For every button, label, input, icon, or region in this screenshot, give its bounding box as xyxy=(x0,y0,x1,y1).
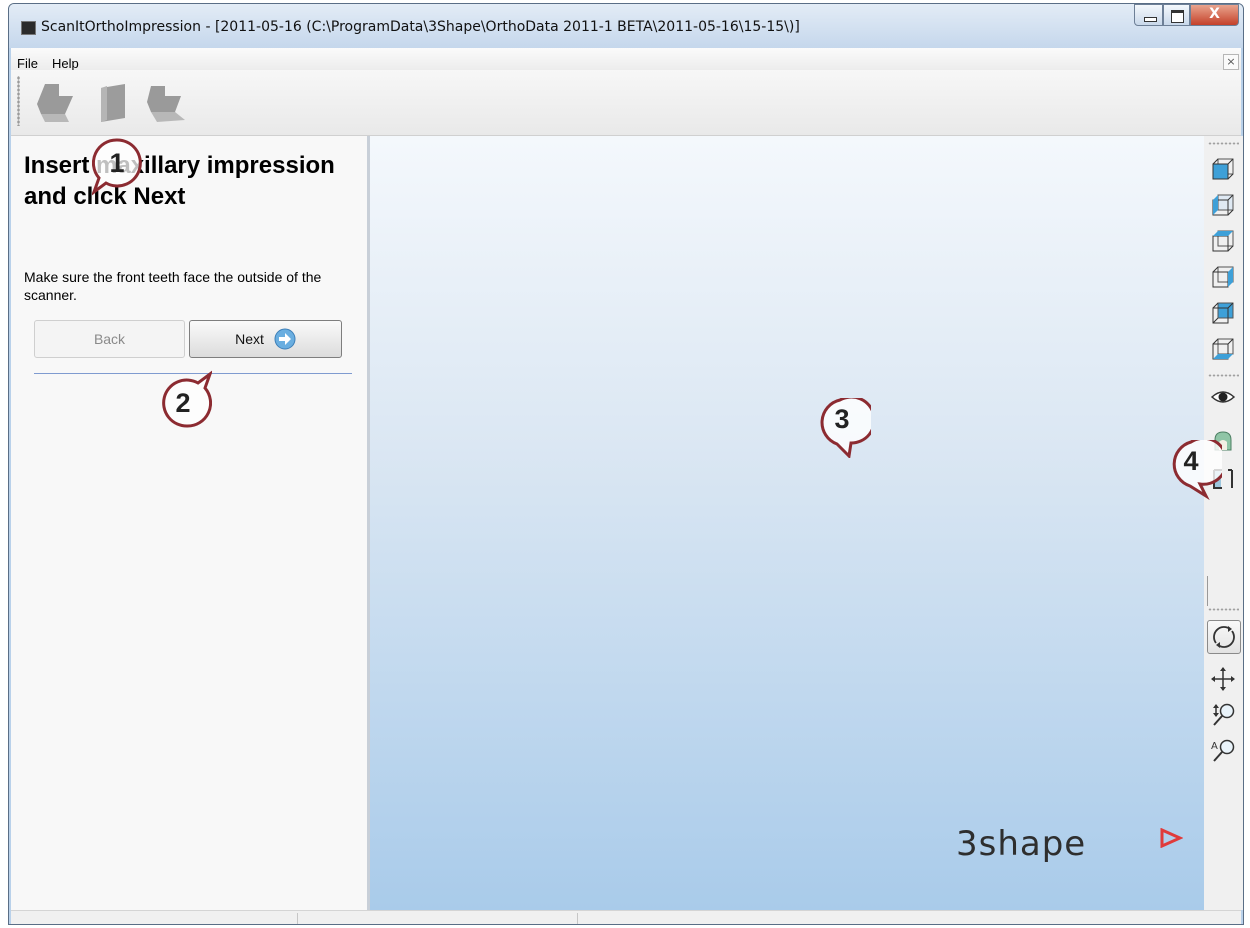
navigation-toolbar-grip[interactable] xyxy=(1208,608,1239,611)
mdi-close-button[interactable]: × xyxy=(1223,54,1239,70)
status-divider xyxy=(297,913,298,924)
view-left-icon[interactable] xyxy=(1210,228,1236,254)
next-button-label: Next xyxy=(235,331,264,347)
title-bar[interactable]: ScanItOrthoImpression - [2011-05-16 (C:\… xyxy=(9,4,1243,48)
pan-icon[interactable] xyxy=(1210,666,1236,692)
3d-viewport[interactable]: 3shape xyxy=(370,136,1204,910)
zoom-auto-icon[interactable]: A xyxy=(1210,738,1236,764)
3shape-logo: 3shape xyxy=(956,824,1087,864)
minimize-button[interactable] xyxy=(1134,4,1163,26)
rotate-button[interactable] xyxy=(1207,620,1241,654)
view-toolbar-grip[interactable] xyxy=(1208,142,1239,145)
eye-icon[interactable] xyxy=(1210,384,1236,410)
back-button[interactable]: Back xyxy=(34,320,185,358)
menu-help[interactable]: Help xyxy=(52,56,79,71)
upper-arch-icon[interactable] xyxy=(33,82,81,126)
zoom-vertical-icon[interactable] xyxy=(1210,702,1236,728)
menu-bar: File Help × xyxy=(11,48,1241,71)
callout-3: 3 xyxy=(815,395,876,460)
close-icon: X xyxy=(1209,6,1220,22)
toolbar-grip[interactable] xyxy=(17,76,20,126)
instruction-panel: Insert maxillary impression and click Ne… xyxy=(11,136,367,910)
back-button-label: Back xyxy=(93,331,126,347)
instruction-title: Insert maxillary impression and click Ne… xyxy=(24,152,335,210)
app-icon xyxy=(21,21,36,35)
status-bar xyxy=(11,910,1241,924)
minimize-icon xyxy=(1144,17,1157,22)
maximize-button[interactable] xyxy=(1163,4,1190,26)
close-button[interactable]: X xyxy=(1190,4,1239,26)
callout-number: 1 xyxy=(109,148,125,178)
callout-1: 1 xyxy=(90,138,148,198)
view-right-icon[interactable] xyxy=(1210,264,1236,290)
status-divider xyxy=(577,913,578,924)
maximize-icon xyxy=(1171,10,1184,23)
arrow-right-circle-icon xyxy=(274,328,296,350)
view-back-icon[interactable] xyxy=(1210,300,1236,326)
wizard-toolbar xyxy=(11,70,1241,136)
svg-text:A: A xyxy=(1211,741,1218,752)
callout-number: 3 xyxy=(834,404,850,434)
view-front-icon[interactable] xyxy=(1210,192,1236,218)
main-window: ScanItOrthoImpression - [2011-05-16 (C:\… xyxy=(8,3,1244,925)
view-top-icon[interactable] xyxy=(1210,156,1236,182)
view-bottom-icon[interactable] xyxy=(1210,336,1236,362)
display-toolbar-grip[interactable] xyxy=(1208,374,1239,377)
callout-number: 4 xyxy=(1183,446,1199,476)
callout-2: 2 xyxy=(156,368,214,428)
menu-file[interactable]: File xyxy=(17,56,38,71)
view-toolbar: A xyxy=(1204,136,1243,910)
scan-block-icon[interactable] xyxy=(95,82,131,126)
callout-number: 2 xyxy=(175,388,191,418)
rotate-icon xyxy=(1213,626,1235,648)
instruction-description: Make sure the front teeth face the outsi… xyxy=(24,269,322,303)
logo-mark-icon xyxy=(1160,828,1183,848)
next-button[interactable]: Next xyxy=(189,320,342,358)
callout-4: 4 xyxy=(1166,436,1229,501)
toolbar-separator xyxy=(1207,576,1208,606)
client-area: File Help × Insert maxillary impression … xyxy=(11,48,1243,924)
window-title: ScanItOrthoImpression - [2011-05-16 (C:\… xyxy=(41,19,800,35)
lower-arch-icon[interactable] xyxy=(141,82,193,126)
app-screen: ScanItOrthoImpression - [2011-05-16 (C:\… xyxy=(0,0,1250,928)
